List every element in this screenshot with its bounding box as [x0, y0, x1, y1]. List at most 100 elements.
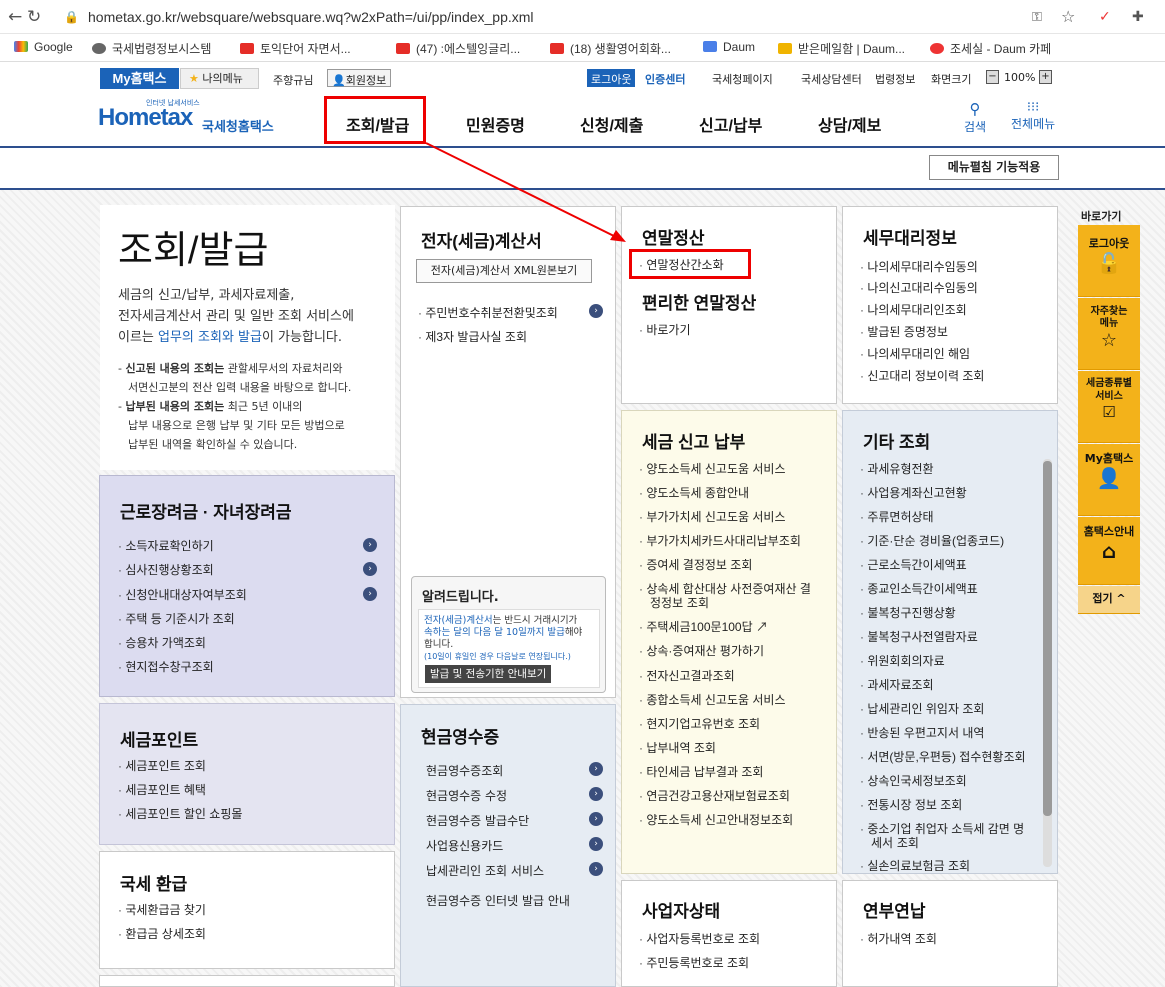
- my-hometax-tab[interactable]: My홈택스: [100, 68, 179, 89]
- agent-item[interactable]: 신고대리 정보이력 조회: [860, 367, 984, 384]
- point-item[interactable]: 세금포인트 조회: [118, 757, 206, 774]
- etc-item[interactable]: 과세자료조회: [860, 676, 933, 693]
- taxpay-item[interactable]: 양도소득세 신고안내정보조회: [639, 811, 793, 828]
- taxpay-item[interactable]: 양도소득세 종합안내: [639, 484, 749, 501]
- point-item[interactable]: 세금포인트 혜택: [118, 781, 206, 798]
- bizstatus-item[interactable]: 사업자등록번호로 조회: [639, 930, 760, 947]
- my-menu-tab[interactable]: ★ 나의메뉴: [180, 68, 259, 89]
- cash-item[interactable]: 사업용신용카드: [426, 837, 503, 854]
- agent-item[interactable]: 나의세무대리인 해임: [860, 345, 970, 362]
- url-text[interactable]: hometax.go.kr/websquare/websquare.wq?w2x…: [88, 9, 534, 25]
- agent-item[interactable]: 발급된 증명정보: [860, 323, 948, 340]
- etc-item[interactable]: 과세유형전환: [860, 460, 933, 477]
- taxpay-item[interactable]: 부가가치세카드사대리납부조회: [639, 532, 801, 549]
- etc-scroll-thumb[interactable]: [1043, 461, 1052, 816]
- taxpay-item[interactable]: 양도소득세 신고도움 서비스: [639, 460, 785, 477]
- chevron-right-icon[interactable]: ›: [363, 587, 377, 601]
- zoom-in-button[interactable]: +: [1039, 70, 1052, 84]
- reload-icon[interactable]: ↻: [27, 7, 41, 27]
- menu-expand-button[interactable]: 메뉴펼침 기능적용: [929, 155, 1059, 180]
- agent-item[interactable]: 나의세무대리수임동의: [860, 258, 977, 275]
- labor-item[interactable]: 주택 등 기준시가 조회: [118, 610, 234, 627]
- cash-guide-link[interactable]: 현금영수증 인터넷 발급 안내: [426, 892, 570, 909]
- bookmark-daum[interactable]: Daum: [703, 40, 755, 54]
- labor-item[interactable]: 승용차 가액조회: [118, 634, 206, 651]
- etc-item[interactable]: 위원회회의자료: [860, 652, 944, 669]
- einvoice-item[interactable]: 주민번호수취분전환및조회: [418, 304, 557, 321]
- etc-item[interactable]: 반송된 우편고지서 내역: [860, 724, 984, 741]
- logout-button[interactable]: 로그아웃: [587, 69, 636, 87]
- extension-icon[interactable]: ✓: [1099, 9, 1111, 25]
- chevron-right-icon[interactable]: ›: [589, 787, 603, 801]
- nav-apply[interactable]: 신청/제출: [580, 112, 643, 136]
- bookmark-english[interactable]: (18) 생활영어회화...: [550, 40, 671, 57]
- bookmark-law[interactable]: 국세법령정보시스템: [92, 40, 211, 57]
- etc-item[interactable]: 전통시장 정보 조회: [860, 796, 962, 813]
- all-menu-button[interactable]: ⁝⁝⁝ 전체메뉴: [1011, 100, 1055, 132]
- etc-item[interactable]: 불복청구사전열람자료: [860, 628, 977, 645]
- cert-center-link[interactable]: 인증센터: [645, 71, 685, 87]
- quick-fold-button[interactable]: 접기 ^: [1078, 586, 1140, 614]
- quick-favorite[interactable]: 자주찾는 메뉴 ☆: [1078, 298, 1140, 370]
- search-button[interactable]: ⚲ 검색: [964, 100, 986, 135]
- labor-item[interactable]: 소득자료확인하기: [118, 537, 213, 554]
- bookmark-cafe[interactable]: 조세실 - Daum 카페: [930, 40, 1051, 57]
- refund-item[interactable]: 환급금 상세조회: [118, 925, 206, 942]
- bizstatus-item[interactable]: 주민등록번호로 조회: [639, 954, 749, 971]
- labor-item[interactable]: 현지접수창구조회: [118, 658, 213, 675]
- taxpay-item-cont[interactable]: 정정보 조회: [650, 594, 709, 611]
- xml-view-button[interactable]: 전자(세금)계산서 XML원본보기: [416, 259, 592, 283]
- agent-item[interactable]: 나의신고대리수임동의: [860, 279, 977, 296]
- einvoice-item[interactable]: 제3자 발급사실 조회: [418, 328, 527, 345]
- etc-item[interactable]: 종교인소득간이세액표: [860, 580, 977, 597]
- star-icon[interactable]: ☆: [1061, 7, 1075, 26]
- bookmark-estelle[interactable]: (47) :에스텔잉글리...: [396, 40, 520, 57]
- chevron-right-icon[interactable]: ›: [589, 304, 603, 318]
- link-law[interactable]: 법령정보: [875, 71, 915, 87]
- labor-item[interactable]: 신청안내대상자여부조회: [118, 586, 246, 603]
- etc-item[interactable]: 사업용계좌신고현황: [860, 484, 966, 501]
- etc-item[interactable]: 납세관리인 위임자 조회: [860, 700, 984, 717]
- labor-item[interactable]: 심사진행상황조회: [118, 561, 213, 578]
- puzzle-icon[interactable]: ✚: [1132, 9, 1144, 25]
- back-icon[interactable]: ←: [8, 7, 22, 27]
- taxpay-item[interactable]: 연금건강고용산재보험료조회: [639, 787, 790, 804]
- chevron-right-icon[interactable]: ›: [589, 812, 603, 826]
- chevron-right-icon[interactable]: ›: [363, 562, 377, 576]
- chevron-right-icon[interactable]: ›: [589, 862, 603, 876]
- taxpay-item[interactable]: 증여세 결정정보 조회: [639, 556, 752, 573]
- chevron-right-icon[interactable]: ›: [589, 837, 603, 851]
- link-consult[interactable]: 국세상담센터: [801, 71, 862, 87]
- taxpay-item[interactable]: 종합소득세 신고도움 서비스: [639, 691, 785, 708]
- cash-item[interactable]: 현금영수증 발급수단: [426, 812, 529, 829]
- taxpay-item[interactable]: 타인세금 납부결과 조회: [639, 763, 763, 780]
- yearend-simplified-link[interactable]: 연말정산간소화: [639, 256, 723, 273]
- nav-inquiry[interactable]: 조회/발급: [346, 112, 409, 136]
- taxpay-item[interactable]: 납부내역 조회: [639, 739, 716, 756]
- taxpay-item[interactable]: 전자신고결과조회: [639, 667, 734, 684]
- deadline-guide-button[interactable]: 발급 및 전송기한 안내보기: [425, 665, 552, 683]
- zoom-out-button[interactable]: −: [986, 70, 999, 84]
- bookmark-mail[interactable]: 받은메일함 | Daum...: [778, 40, 905, 57]
- quick-my-hometax[interactable]: My홈택스 👤: [1078, 444, 1140, 516]
- nav-certificate[interactable]: 민원증명: [466, 112, 525, 136]
- cash-item[interactable]: 현금영수증 수정: [426, 787, 507, 804]
- chevron-right-icon[interactable]: ›: [363, 538, 377, 552]
- etc-item[interactable]: 서면(방문,우편등) 접수현황조회: [860, 748, 1025, 765]
- etc-item[interactable]: 주류면허상태: [860, 508, 933, 525]
- nav-consult[interactable]: 상담/제보: [818, 112, 881, 136]
- etc-item[interactable]: 상속인국세정보조회: [860, 772, 966, 789]
- taxpay-item[interactable]: 주택세금100문100답 ↗: [639, 618, 768, 635]
- taxpay-item[interactable]: 부가가치세 신고도움 서비스: [639, 508, 785, 525]
- etc-item[interactable]: 불복청구진행상황: [860, 604, 955, 621]
- etc-item[interactable]: 실손의료보험금 조회: [860, 857, 970, 873]
- quick-taxtype[interactable]: 세금종류별 서비스 ☑: [1078, 371, 1140, 443]
- refund-item[interactable]: 국세환급금 찾기: [118, 901, 206, 918]
- bookmark-google[interactable]: Google: [14, 40, 73, 54]
- agent-item[interactable]: 나의세무대리인조회: [860, 301, 966, 318]
- etc-item[interactable]: 기준·단순 경비율(업종코드): [860, 532, 1004, 549]
- member-info-button[interactable]: 👤회원정보: [327, 69, 392, 87]
- etc-item[interactable]: 근로소득간이세액표: [860, 556, 966, 573]
- taxpay-item[interactable]: 상속·증여재산 평가하기: [639, 642, 764, 659]
- etc-scrollbar[interactable]: [1043, 459, 1052, 867]
